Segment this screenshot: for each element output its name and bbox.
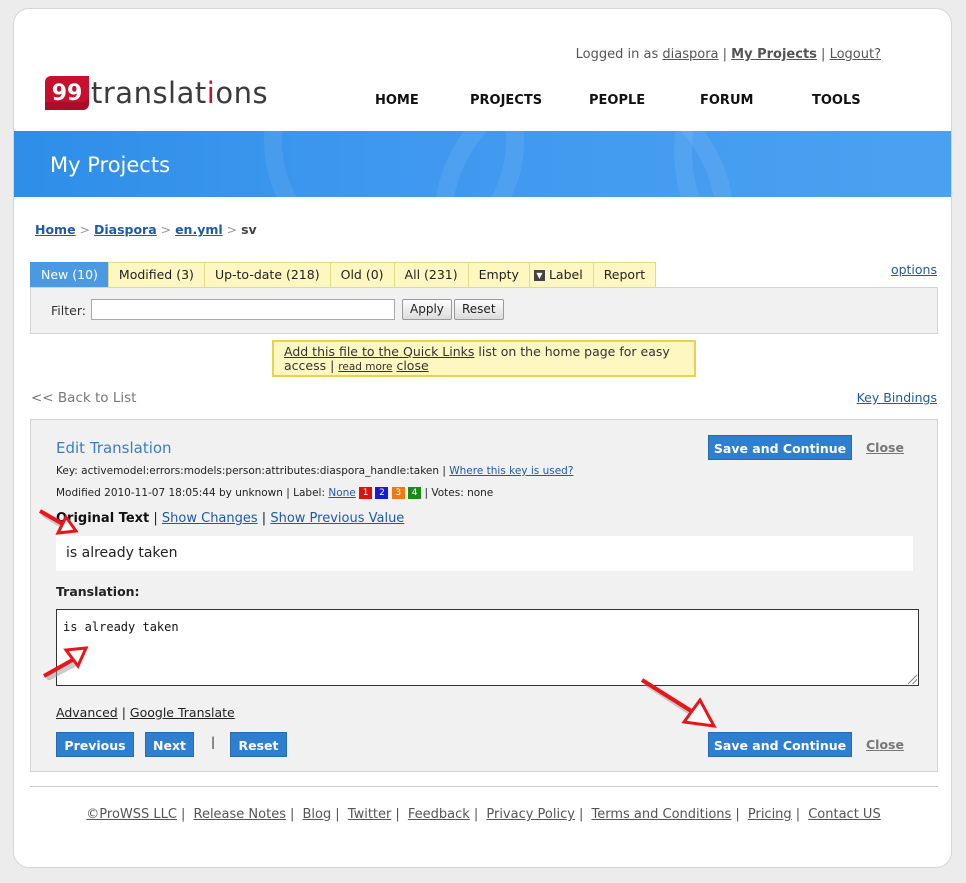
- where-key-used-link[interactable]: Where this key is used?: [449, 465, 573, 477]
- annotation-arrow-icon: [640, 678, 717, 728]
- tab-modified[interactable]: Modified (3): [107, 262, 205, 287]
- filter-bar: Filter: Apply Reset: [30, 287, 938, 334]
- reset-filter-button[interactable]: Reset: [454, 299, 504, 320]
- footer-contact[interactable]: Contact US: [808, 807, 880, 822]
- filter-input[interactable]: [91, 299, 395, 320]
- resize-grip-icon[interactable]: [908, 675, 917, 684]
- advanced-link[interactable]: Advanced: [56, 705, 118, 720]
- modified-info: Modified 2010-11-07 18:05:44 by unknown …: [56, 487, 494, 499]
- annotation-arrow-icon: [43, 646, 89, 680]
- footer-terms[interactable]: Terms and Conditions: [592, 807, 732, 822]
- save-continue-bottom-button[interactable]: Save and Continue: [708, 732, 852, 757]
- nav-people[interactable]: PEOPLE: [589, 93, 645, 108]
- edit-translation-title: Edit Translation: [56, 439, 172, 457]
- tab-old[interactable]: Old (0): [329, 262, 395, 287]
- nav-home[interactable]: HOME: [375, 93, 419, 108]
- footer: ©ProWSS LLC | Release Notes | Blog | Twitte…: [86, 807, 881, 822]
- footer-feedback[interactable]: Feedback: [408, 807, 470, 822]
- label-1-button[interactable]: 1: [359, 487, 373, 499]
- username-link[interactable]: diaspora: [662, 47, 718, 62]
- reset-button[interactable]: Reset: [230, 732, 287, 757]
- tab-new[interactable]: New (10): [30, 262, 109, 287]
- label-3-button[interactable]: 3: [391, 487, 405, 499]
- save-continue-top-button[interactable]: Save and Continue: [708, 435, 852, 460]
- read-more-link[interactable]: read more: [338, 361, 392, 373]
- breadcrumb: Home > Diaspora > en.yml > sv: [35, 222, 257, 237]
- logo-badge: 99: [45, 76, 89, 110]
- show-changes-link[interactable]: Show Changes: [162, 511, 258, 526]
- tab-empty[interactable]: Empty: [467, 262, 530, 287]
- quick-links-notice: Add this file to the Quick Links list on…: [272, 340, 696, 377]
- logout-link[interactable]: Logout?: [830, 47, 881, 62]
- page-banner: My Projects: [14, 131, 951, 197]
- nav-tools[interactable]: TOOLS: [812, 93, 861, 108]
- footer-copyright[interactable]: ©ProWSS LLC: [86, 807, 177, 822]
- logo[interactable]: 99 translations: [45, 76, 268, 110]
- footer-twitter[interactable]: Twitter: [348, 807, 392, 822]
- dropdown-arrow-icon: ▼: [533, 270, 545, 281]
- my-projects-link[interactable]: My Projects: [731, 47, 817, 62]
- previous-button[interactable]: Previous: [56, 732, 134, 757]
- breadcrumb-home[interactable]: Home: [35, 222, 76, 237]
- logged-in-prefix: Logged in as: [575, 47, 659, 62]
- tab-report[interactable]: Report: [592, 262, 657, 287]
- footer-blog[interactable]: Blog: [303, 807, 332, 822]
- key-bindings-link[interactable]: Key Bindings: [857, 390, 937, 405]
- close-bottom-link[interactable]: Close: [866, 737, 904, 752]
- add-quick-links-link[interactable]: Add this file to the Quick Links: [284, 344, 474, 359]
- annotation-arrow-icon: [39, 509, 79, 535]
- page: Logged in as diaspora | My Projects | Lo…: [13, 8, 952, 868]
- translation-textarea[interactable]: is already taken: [56, 609, 919, 686]
- breadcrumb-current: sv: [241, 222, 257, 237]
- label-2-button[interactable]: 2: [375, 487, 389, 499]
- footer-release-notes[interactable]: Release Notes: [194, 807, 286, 822]
- user-info: Logged in as diaspora | My Projects | Lo…: [575, 47, 881, 62]
- footer-privacy[interactable]: Privacy Policy: [486, 807, 575, 822]
- nav-projects[interactable]: PROJECTS: [470, 93, 542, 108]
- translation-label: Translation:: [56, 584, 140, 599]
- original-text-header: Original Text | Show Changes | Show Prev…: [56, 511, 405, 526]
- tab-label[interactable]: ▼ Label: [528, 262, 594, 287]
- tab-all[interactable]: All (231): [393, 262, 469, 287]
- button-separator: |: [211, 735, 216, 749]
- apply-button[interactable]: Apply: [402, 299, 452, 320]
- footer-divider: [30, 786, 938, 787]
- footer-pricing[interactable]: Pricing: [748, 807, 792, 822]
- tools-links: Advanced | Google Translate: [56, 705, 235, 720]
- filter-tabs: New (10) Modified (3) Up-to-date (218) O…: [30, 262, 657, 287]
- key-info: Key: activemodel:errors:models:person:at…: [56, 465, 574, 477]
- back-to-list-link[interactable]: << Back to List: [31, 390, 136, 406]
- label-none-link[interactable]: None: [328, 487, 355, 499]
- original-text-box: is already taken: [56, 536, 913, 571]
- close-top-link[interactable]: Close: [866, 440, 904, 455]
- breadcrumb-project[interactable]: Diaspora: [94, 222, 157, 237]
- options-link[interactable]: options: [891, 262, 937, 277]
- edit-translation-panel: Edit Translation Save and Continue Close…: [30, 419, 938, 772]
- label-4-button[interactable]: 4: [408, 487, 422, 499]
- notice-close-link[interactable]: close: [396, 358, 428, 373]
- tab-up-to-date[interactable]: Up-to-date (218): [203, 262, 331, 287]
- breadcrumb-file[interactable]: en.yml: [175, 222, 223, 237]
- google-translate-link[interactable]: Google Translate: [130, 705, 235, 720]
- logo-wordmark: translations: [91, 76, 269, 110]
- filter-label: Filter:: [51, 303, 86, 318]
- page-title: My Projects: [50, 153, 171, 177]
- nav-forum[interactable]: FORUM: [700, 93, 753, 108]
- show-previous-link[interactable]: Show Previous Value: [270, 511, 404, 526]
- next-button[interactable]: Next: [145, 732, 194, 757]
